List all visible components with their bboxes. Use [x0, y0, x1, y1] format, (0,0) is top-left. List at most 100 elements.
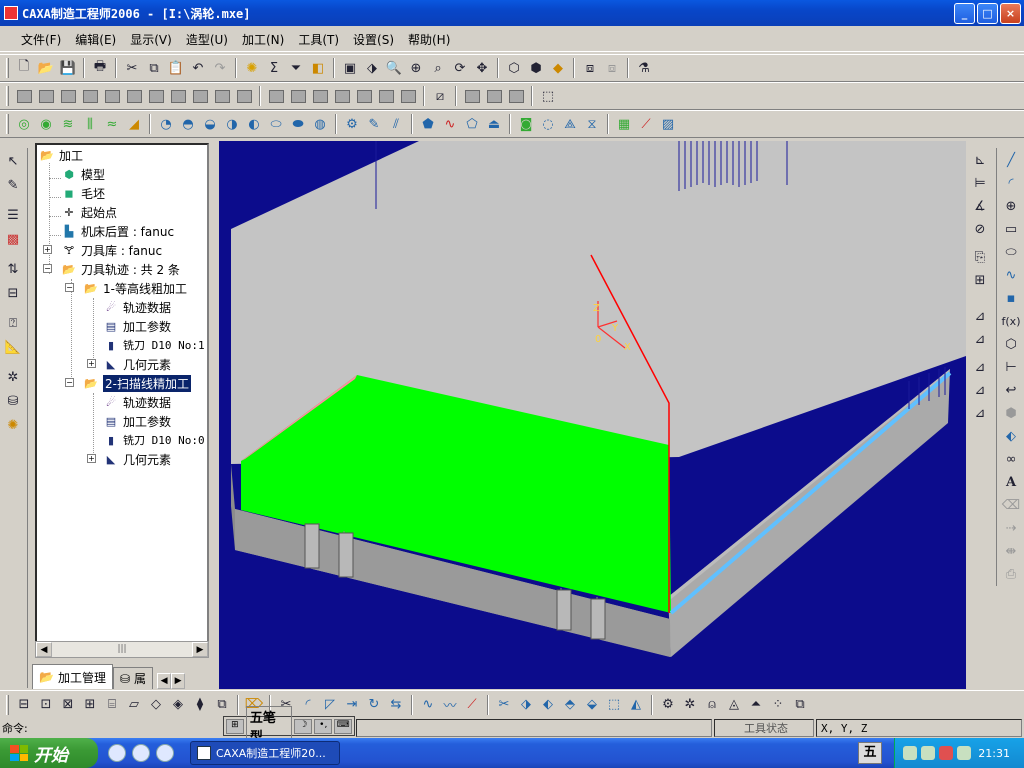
draft-icon[interactable]: [189, 85, 211, 107]
variable-icon[interactable]: Σ: [263, 57, 285, 79]
sketch-icon[interactable]: ⧄: [429, 85, 451, 107]
simulation-icon[interactable]: ⚗: [633, 57, 655, 79]
surface-b-icon[interactable]: ⬗: [515, 694, 537, 716]
edit-icon[interactable]: ✎: [2, 174, 24, 196]
sweep-icon[interactable]: [79, 85, 101, 107]
surface-g-icon[interactable]: ◭: [625, 694, 647, 716]
copy-icon[interactable]: ⧉: [143, 57, 165, 79]
menu-file[interactable]: 文件(F): [14, 31, 68, 48]
redo-icon[interactable]: ↷: [209, 57, 231, 79]
tree-node-machining[interactable]: 📂 加工: [39, 146, 83, 164]
shell-icon[interactable]: [123, 85, 145, 107]
layer-manage-icon[interactable]: ⛁: [2, 390, 24, 412]
geom-a-icon[interactable]: ⚙: [657, 694, 679, 716]
line-icon[interactable]: ╱: [1000, 149, 1022, 171]
save-icon[interactable]: 💾: [57, 57, 79, 79]
curve-fit-icon[interactable]: ⟋: [461, 694, 483, 716]
rotate-curve-icon[interactable]: ↻: [363, 694, 385, 716]
insert-icon[interactable]: ⎙: [1000, 563, 1022, 585]
toolbar-grip[interactable]: [6, 86, 9, 106]
tree-node-path1[interactable]: 📂 1-等高线粗加工: [83, 279, 187, 297]
view-window-icon[interactable]: ▣: [339, 57, 361, 79]
select-icon[interactable]: ↖: [2, 150, 24, 172]
toolbar-grip[interactable]: [6, 58, 9, 78]
constraint-c-icon[interactable]: ⊿: [969, 356, 991, 378]
transform-icon[interactable]: ⇅: [2, 258, 24, 280]
rough-scan-icon[interactable]: ⫼: [79, 113, 101, 135]
align-icon[interactable]: ⊟: [2, 282, 24, 304]
loft-icon[interactable]: [101, 85, 123, 107]
tab-machining-manager[interactable]: 📂 加工管理: [32, 664, 113, 689]
maximize-button[interactable]: □: [977, 3, 998, 24]
media-player-icon[interactable]: [108, 744, 126, 762]
geom-c-icon[interactable]: ⍝: [701, 694, 723, 716]
circle-icon[interactable]: ⊕: [1000, 195, 1022, 217]
rough-region-icon[interactable]: ◉: [35, 113, 57, 135]
constraint-b-icon[interactable]: ⊿: [969, 328, 991, 350]
constraint-a-icon[interactable]: ⊿: [969, 305, 991, 327]
geom-d-icon[interactable]: ◬: [723, 694, 745, 716]
rough-insert-icon[interactable]: ◢: [123, 113, 145, 135]
ime-keyboard-icon[interactable]: ⌨: [334, 718, 352, 734]
desktop-icon[interactable]: [156, 744, 174, 762]
toolbar-grip[interactable]: [6, 114, 9, 134]
print-icon[interactable]: 🖶: [89, 57, 111, 79]
mirror-curve-icon[interactable]: ⇆: [385, 694, 407, 716]
geom-f-icon[interactable]: ⁘: [767, 694, 789, 716]
surface-f-icon[interactable]: ⬚: [603, 694, 625, 716]
tree-horizontal-scrollbar[interactable]: ◀ ||| ▶: [35, 641, 209, 658]
rough-plane-icon[interactable]: ◎: [13, 113, 35, 135]
geom-b-icon[interactable]: ✲: [679, 694, 701, 716]
expand-tool-library-button[interactable]: +: [43, 245, 52, 254]
surface-c-icon[interactable]: ⬖: [537, 694, 559, 716]
ime-moon-icon[interactable]: ☽: [294, 718, 313, 734]
tray-app-icon[interactable]: [957, 746, 971, 760]
redraw-icon[interactable]: ⬗: [361, 57, 383, 79]
import-icon[interactable]: ⬚: [537, 85, 559, 107]
text-icon[interactable]: A: [1000, 471, 1022, 493]
ellipse-icon[interactable]: ⬭: [1000, 241, 1022, 263]
hole-icon[interactable]: [233, 85, 255, 107]
engrave-icon[interactable]: ⬠: [461, 113, 483, 135]
rough-wave-icon[interactable]: ≈: [101, 113, 123, 135]
finish-surface-icon[interactable]: ⬬: [287, 113, 309, 135]
drill-icon[interactable]: ◙: [515, 113, 537, 135]
material-off-icon[interactable]: ⧈: [601, 57, 623, 79]
contour-cut-icon[interactable]: ⬟: [417, 113, 439, 135]
measure-icon[interactable]: 📐: [2, 336, 24, 358]
finish-shallow-icon[interactable]: ⬭: [265, 113, 287, 135]
curve-i-icon[interactable]: ⧫: [189, 694, 211, 716]
tree-node-toolpaths[interactable]: 📂 刀具轨迹 : 共 2 条: [61, 260, 180, 278]
menu-settings[interactable]: 设置(S): [346, 31, 401, 48]
mirror-feature-icon[interactable]: [287, 85, 309, 107]
collapse-path2-button[interactable]: −: [65, 378, 74, 387]
menu-view[interactable]: 显示(V): [123, 31, 179, 48]
rough-contour-icon[interactable]: ≋: [57, 113, 79, 135]
helix-icon[interactable]: ∞: [1000, 448, 1022, 470]
curve-a-icon[interactable]: ⊟: [13, 694, 35, 716]
filter-icon[interactable]: ⏷: [285, 57, 307, 79]
path-link-icon[interactable]: ⟋: [635, 113, 657, 135]
pan-icon[interactable]: ✥: [471, 57, 493, 79]
extrude-icon[interactable]: [35, 85, 57, 107]
ime-punct-icon[interactable]: •,: [314, 718, 333, 734]
surface-add-icon[interactable]: [375, 85, 397, 107]
ime-switch-icon[interactable]: ⊞: [226, 718, 244, 734]
rectangle-icon[interactable]: ▭: [1000, 218, 1022, 240]
tree-node-path1-tool[interactable]: ▮ 铣刀 D10 No:1: [103, 336, 205, 354]
collapse-toolpaths-button[interactable]: −: [43, 264, 52, 273]
scroll-right-button[interactable]: ▶: [191, 642, 208, 657]
hook-icon[interactable]: ↩: [1000, 379, 1022, 401]
curve-b-icon[interactable]: ⊡: [35, 694, 57, 716]
wireframe-icon[interactable]: ⬡: [503, 57, 525, 79]
tree-node-path2-params[interactable]: ▤ 加工参数: [103, 412, 171, 430]
open-file-icon[interactable]: 📂: [35, 57, 57, 79]
tree-node-start-point[interactable]: ✛ 起始点: [61, 203, 117, 221]
feature-b-icon[interactable]: [483, 85, 505, 107]
curve-d-icon[interactable]: ⊞: [79, 694, 101, 716]
surface-trim-icon[interactable]: [353, 85, 375, 107]
zoom-dynamic-icon[interactable]: ⌕: [427, 57, 449, 79]
minimize-button[interactable]: _: [954, 3, 975, 24]
rib-icon[interactable]: [211, 85, 233, 107]
finish-region-icon[interactable]: ◓: [177, 113, 199, 135]
